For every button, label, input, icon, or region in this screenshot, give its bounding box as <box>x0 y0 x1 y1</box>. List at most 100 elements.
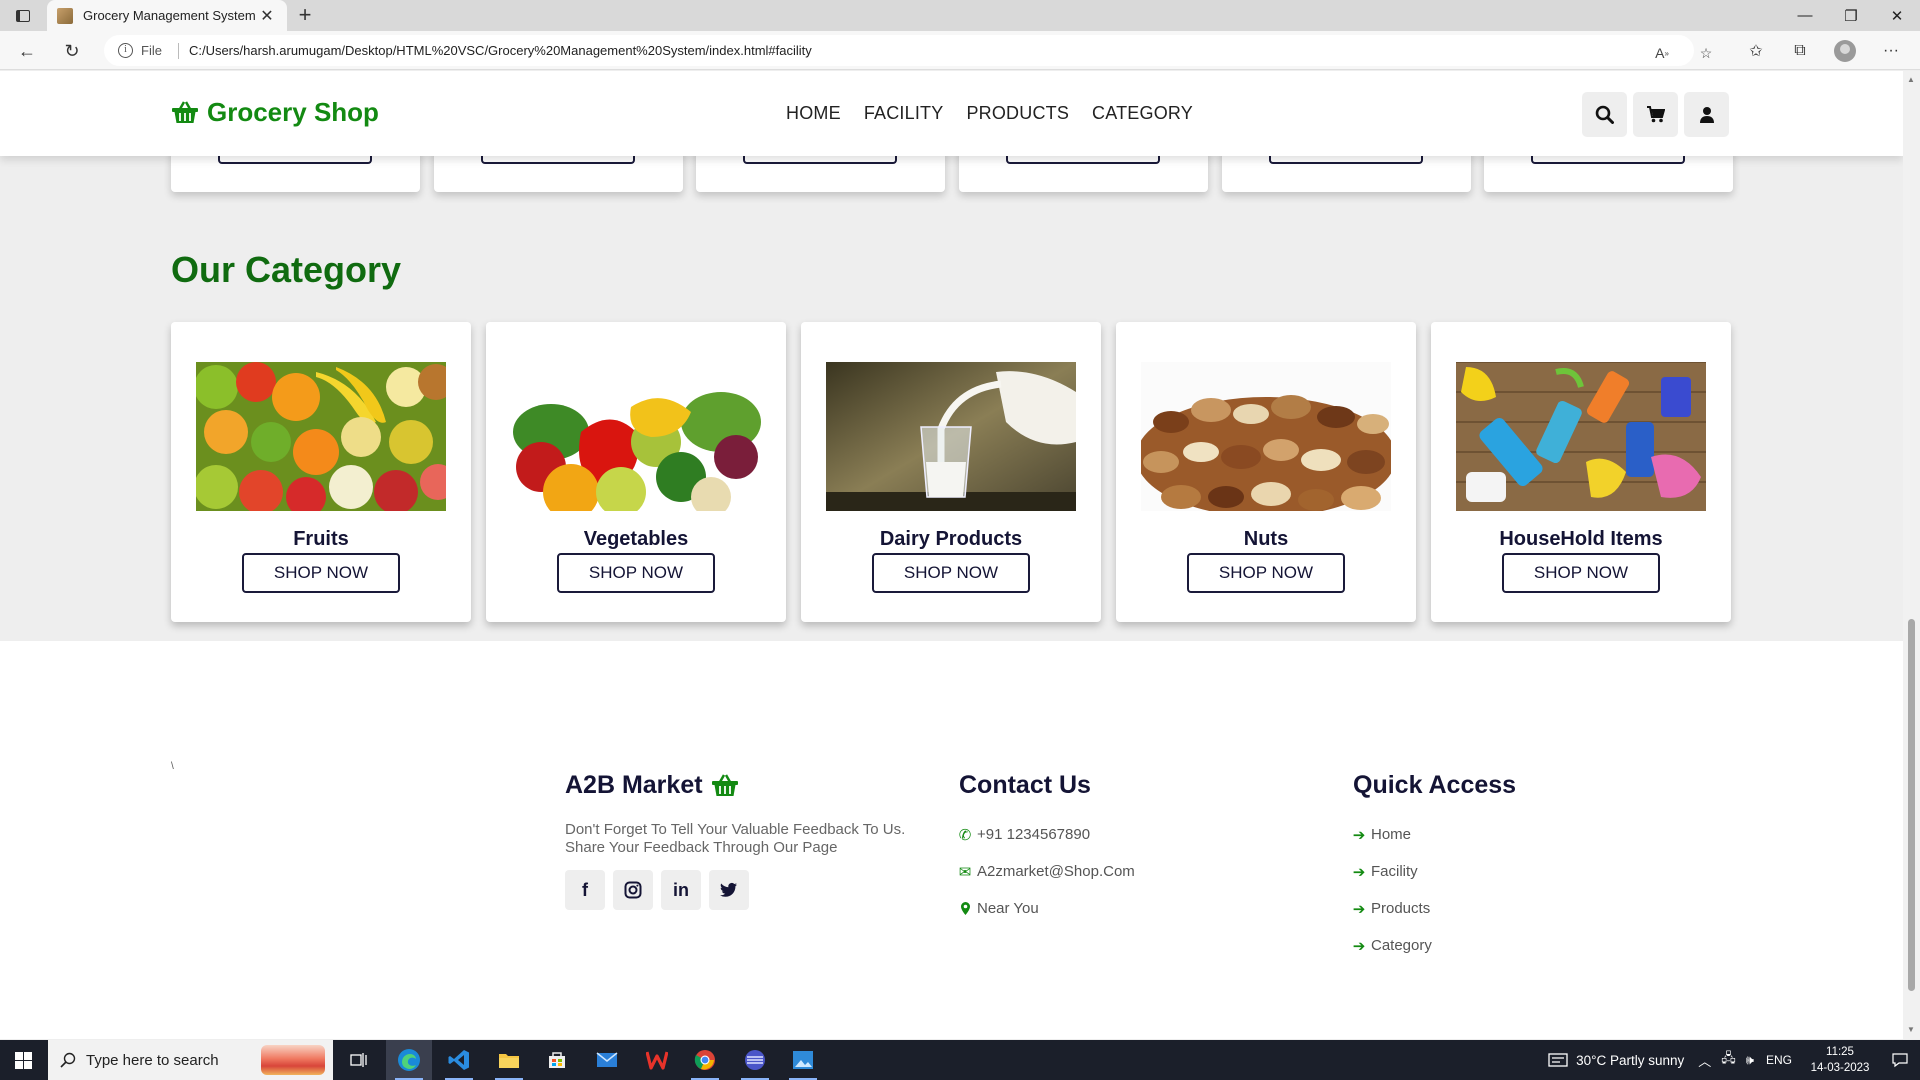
tab-actions-icon[interactable] <box>12 6 34 26</box>
category-name: Fruits <box>293 528 349 550</box>
shop-now-button[interactable]: SHOP NOW <box>1187 553 1345 593</box>
store-icon[interactable] <box>534 1040 580 1080</box>
scroll-down-arrow-icon[interactable]: ▼ <box>1907 1025 1915 1034</box>
footer-contact-column: Contact Us ✆ +91 1234567890 ✉ A2zmarket@Sh… <box>959 771 1135 927</box>
footer-quick-title: Quick Access <box>1353 771 1517 799</box>
footer-feedback-text: Don't Forget To Tell Your Valuable Feedb… <box>565 821 906 856</box>
shop-now-button[interactable]: SHOP NOW <box>1502 553 1660 593</box>
reload-icon[interactable]: ↻ <box>58 37 86 65</box>
search-button[interactable] <box>1582 92 1627 137</box>
phone-icon: ✆ <box>958 826 972 844</box>
basket-icon <box>171 100 199 126</box>
nuts-image <box>1141 362 1391 511</box>
language-indicator[interactable]: ENG <box>1766 1053 1792 1067</box>
category-name: HouseHold Items <box>1499 528 1663 550</box>
file-explorer-icon[interactable] <box>486 1040 532 1080</box>
footer-brand-column: A2B Market Don't Forget To Tell Your Val… <box>565 771 925 910</box>
nav-link-category[interactable]: CATEGORY <box>1092 103 1193 124</box>
minimize-icon[interactable]: — <box>1782 0 1828 31</box>
browser-tab-active[interactable]: Grocery Management System ✕ <box>47 0 287 31</box>
page-scrollbar[interactable]: ▲ ▼ <box>1903 71 1920 1039</box>
site-header: Grocery Shop HOME FACILITY PRODUCTS CATE… <box>0 71 1903 156</box>
contact-location[interactable]: Near You <box>959 890 1135 927</box>
tab-favicon-icon <box>57 7 73 24</box>
address-bar[interactable]: i File C:/Users/harsh.arumugam/Desktop/H… <box>104 35 1712 66</box>
chrome-icon[interactable] <box>682 1040 728 1080</box>
arrow-right-icon: ➔ <box>1352 826 1366 844</box>
show-hidden-icons-chevron-icon[interactable]: ︿ <box>1698 1051 1711 1070</box>
new-tab-icon[interactable]: + <box>292 3 318 29</box>
social-links: f in <box>565 870 925 910</box>
category-name: Vegetables <box>583 528 689 550</box>
shop-now-button[interactable]: SHOP NOW <box>242 553 400 593</box>
windows-start-icon[interactable] <box>0 1040 47 1080</box>
footer-quick-column: Quick Access ➔ Home ➔ Facility ➔ Products ➔… <box>1353 771 1516 964</box>
nav-link-facility[interactable]: FACILITY <box>864 103 944 124</box>
quick-link-facility[interactable]: ➔ Facility <box>1353 853 1516 890</box>
contact-phone[interactable]: ✆ +91 1234567890 <box>959 816 1135 853</box>
info-icon[interactable]: i <box>118 43 133 58</box>
category-card-dairy: Dairy Products SHOP NOW <box>801 322 1101 622</box>
taskbar-search-box[interactable]: Type here to search <box>48 1040 333 1080</box>
nav-link-products[interactable]: PRODUCTS <box>966 103 1069 124</box>
shop-now-button[interactable]: SHOP NOW <box>872 553 1030 593</box>
storage-app-icon[interactable] <box>732 1040 778 1080</box>
contact-list: ✆ +91 1234567890 ✉ A2zmarket@Shop.Com Near… <box>959 816 1135 927</box>
twitter-icon[interactable] <box>709 870 749 910</box>
weather-icon <box>1548 1053 1568 1067</box>
basket-icon <box>711 773 739 799</box>
volume-icon[interactable]: 🕪 <box>1746 1052 1754 1068</box>
category-card-vegetables: Vegetables SHOP NOW <box>486 322 786 622</box>
dairy-image <box>826 362 1076 511</box>
cart-button[interactable] <box>1633 92 1678 137</box>
logo-text: Grocery Shop <box>207 97 379 127</box>
taskbar-clock[interactable]: 11:25 14-03-2023 <box>1800 1044 1880 1076</box>
facebook-icon[interactable]: f <box>565 870 605 910</box>
linkedin-icon[interactable]: in <box>661 870 701 910</box>
more-menu-icon[interactable]: ··· <box>1877 37 1905 65</box>
nav-link-home[interactable]: HOME <box>786 103 841 124</box>
notifications-icon[interactable] <box>1880 1052 1920 1068</box>
search-highlight-image <box>261 1045 325 1075</box>
category-section-title: Our Category <box>171 249 402 290</box>
cart-icon <box>1647 106 1665 123</box>
scroll-up-arrow-icon[interactable]: ▲ <box>1907 75 1915 84</box>
add-favorite-star-icon[interactable]: ☆ <box>1694 41 1718 65</box>
vscode-icon[interactable] <box>436 1040 482 1080</box>
tab-close-icon[interactable]: ✕ <box>257 6 277 26</box>
edge-browser-icon[interactable] <box>386 1040 432 1080</box>
photos-icon[interactable] <box>780 1040 826 1080</box>
wps-office-icon[interactable] <box>634 1040 680 1080</box>
shop-now-button[interactable]: SHOP NOW <box>557 553 715 593</box>
site-logo[interactable]: Grocery Shop <box>171 97 379 128</box>
search-icon <box>60 1052 76 1068</box>
browser-tab-strip: Grocery Management System ✕ + — ❐ ✕ <box>0 0 1920 31</box>
weather-widget[interactable]: 30°C Partly sunny <box>1548 1053 1684 1068</box>
browser-toolbar: ← ↻ i File C:/Users/harsh.arumugam/Deskt… <box>0 31 1920 70</box>
network-icon[interactable]: 🖧 <box>1721 1049 1736 1071</box>
user-button[interactable] <box>1684 92 1729 137</box>
scrollbar-thumb[interactable] <box>1908 619 1915 991</box>
quick-link-category[interactable]: ➔ Category <box>1353 927 1516 964</box>
instagram-icon[interactable] <box>613 870 653 910</box>
contact-email[interactable]: ✉ A2zmarket@Shop.Com <box>959 853 1135 890</box>
mail-icon[interactable] <box>584 1040 630 1080</box>
quick-link-products[interactable]: ➔ Products <box>1353 890 1516 927</box>
envelope-icon: ✉ <box>958 863 972 881</box>
category-card-nuts: Nuts SHOP NOW <box>1116 322 1416 622</box>
window-close-icon[interactable]: ✕ <box>1874 0 1920 31</box>
windows-taskbar: Type here to search 30°C Partly sunny ︿ … <box>0 1040 1920 1080</box>
restore-icon[interactable]: ❐ <box>1828 0 1874 31</box>
back-arrow-icon[interactable]: ← <box>13 37 41 65</box>
file-label: File <box>141 43 162 58</box>
tab-title: Grocery Management System <box>83 8 256 23</box>
url-text[interactable]: C:/Users/harsh.arumugam/Desktop/HTML%20V… <box>189 43 812 58</box>
task-view-icon[interactable] <box>336 1040 382 1080</box>
read-aloud-icon[interactable]: A» <box>1650 41 1674 65</box>
collections-icon[interactable]: ⧉ <box>1786 37 1814 65</box>
favorites-icon[interactable]: ✩ <box>1742 37 1770 65</box>
household-image <box>1456 362 1706 511</box>
profile-icon[interactable] <box>1831 37 1859 65</box>
category-card-fruits: Fruits SHOP NOW <box>171 322 471 622</box>
quick-link-home[interactable]: ➔ Home <box>1353 816 1516 853</box>
